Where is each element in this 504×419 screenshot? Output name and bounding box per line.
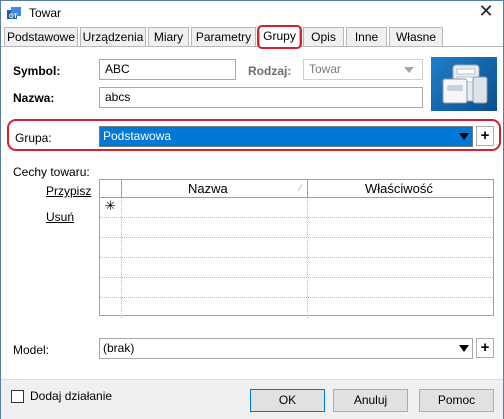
grid-row-header-cell — [100, 218, 122, 237]
sort-icon: ⁄ — [299, 183, 301, 193]
rodzaj-label: Rodzaj: — [248, 64, 292, 78]
grid-cell[interactable] — [122, 218, 308, 237]
rodzaj-select[interactable]: Towar — [303, 59, 423, 80]
tab-parametry[interactable]: Parametry — [191, 27, 256, 47]
app-icon: GT — [7, 7, 21, 20]
table-row[interactable]: ✳ — [100, 198, 493, 218]
grid-cell[interactable] — [122, 258, 308, 277]
grid-row-header-cell — [100, 258, 122, 277]
rodzaj-value: Towar — [309, 62, 342, 76]
model-select[interactable]: (brak) — [99, 338, 473, 359]
new-row-icon: ✳ — [105, 199, 116, 214]
przypisz-link[interactable]: Przypisz — [46, 184, 91, 198]
svg-text:GT: GT — [9, 14, 18, 20]
model-value: (brak) — [103, 341, 135, 355]
symbol-label: Symbol: — [13, 64, 61, 78]
grid-row-header-cell — [100, 180, 122, 197]
ok-button[interactable]: OK — [250, 389, 325, 412]
table-row[interactable] — [100, 278, 493, 298]
grid-cell[interactable] — [122, 278, 308, 297]
tab-inne[interactable]: Inne — [346, 27, 387, 47]
title-bar: GT Towar ✕ — [1, 1, 503, 25]
grid-header: Nazwa ⁄ Właściwość — [100, 180, 493, 198]
grid-header-nazwa[interactable]: Nazwa ⁄ — [122, 180, 308, 197]
grid-row-header-cell — [100, 238, 122, 257]
table-row[interactable] — [100, 258, 493, 278]
grid-cell[interactable] — [122, 198, 308, 217]
dialog-footer: Dodaj działanie OK Anuluj Pomoc — [1, 379, 503, 419]
tab-miary[interactable]: Miary — [148, 27, 189, 47]
cancel-button[interactable]: Anuluj — [333, 389, 408, 412]
window-title: Towar — [29, 6, 62, 20]
tab-strip: Podstawowe Urządzenia Miary Parametry Gr… — [1, 26, 503, 47]
grid-header-wlasciwosc-label: Właściwość — [365, 181, 433, 196]
table-row[interactable] — [100, 238, 493, 258]
cechy-label: Cechy towaru: — [13, 165, 90, 179]
model-label: Model: — [13, 343, 50, 357]
tab-wlasne[interactable]: Własne — [389, 27, 443, 47]
product-image-icon[interactable] — [431, 57, 497, 111]
product-dialog: GT Towar ✕ Podstawowe Urządzenia Miary P… — [0, 0, 504, 419]
tab-urzadzenia[interactable]: Urządzenia — [80, 27, 146, 47]
tab-opis[interactable]: Opis — [303, 27, 344, 47]
nazwa-input[interactable]: abcs — [99, 87, 423, 108]
chevron-down-icon — [404, 67, 414, 73]
symbol-input[interactable]: ABC — [99, 59, 236, 80]
usun-link[interactable]: Usuń — [46, 210, 74, 224]
grid-header-nazwa-label: Nazwa — [188, 181, 228, 196]
grid-header-wlasciwosc[interactable]: Właściwość — [308, 180, 493, 197]
add-action-label: Dodaj działanie — [30, 389, 113, 403]
table-row[interactable] — [100, 298, 493, 318]
grid-cell[interactable] — [122, 298, 308, 318]
grid-row-header-cell — [100, 278, 122, 297]
grid-cell[interactable] — [122, 238, 308, 257]
tab-divider — [1, 46, 503, 47]
grid-row-header-cell — [100, 298, 122, 318]
model-chevron-down-icon[interactable] — [459, 345, 469, 352]
grid-row-header-cell: ✳ — [100, 198, 122, 217]
features-grid[interactable]: Nazwa ⁄ Właściwość ✳ — [99, 179, 494, 318]
add-model-button[interactable]: + — [476, 338, 494, 358]
close-icon[interactable]: ✕ — [475, 2, 497, 22]
tab-podstawowe[interactable]: Podstawowe — [4, 27, 78, 47]
help-button[interactable]: Pomoc — [419, 389, 494, 412]
tab-highlight-frame — [257, 25, 302, 49]
table-row[interactable] — [100, 218, 493, 238]
nazwa-label: Nazwa: — [13, 91, 55, 105]
group-highlight-frame — [7, 119, 501, 151]
add-action-checkbox[interactable] — [11, 390, 24, 403]
